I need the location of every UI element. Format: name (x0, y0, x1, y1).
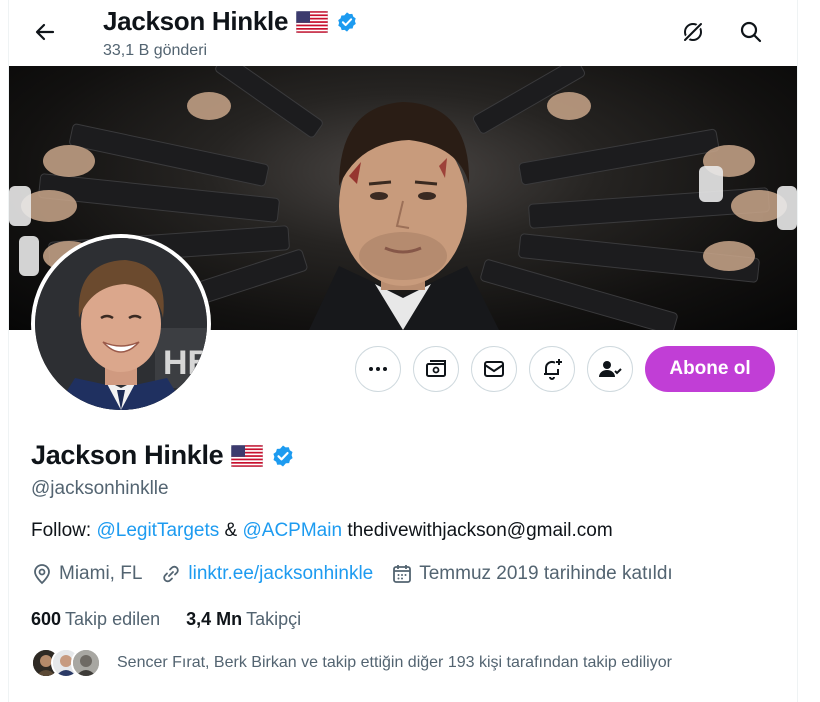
following-button[interactable] (587, 346, 633, 392)
profile-bio: Follow: @LegitTargets & @ACPMain thedive… (31, 520, 613, 542)
bio-mention-legittargets[interactable]: @LegitTargets (96, 520, 219, 541)
tip-button[interactable] (413, 346, 459, 392)
more-options-button[interactable] (355, 346, 401, 392)
followers-link[interactable]: 3,4 Mn Takipçi (186, 609, 301, 630)
bio-email: thedivewithjackson@gmail.com (342, 520, 613, 541)
header-title-row: Jackson Hinkle (103, 6, 358, 37)
following-label: Takip edilen (65, 609, 161, 629)
location-pin-icon (34, 564, 50, 585)
website-link[interactable]: linktr.ee/jacksonhinkle (188, 563, 373, 585)
verified-badge-icon[interactable] (271, 444, 295, 468)
following-link[interactable]: 600 Takip edilen (31, 609, 160, 630)
bio-mention-acpmain[interactable]: @ACPMain (243, 520, 343, 541)
arrow-left-icon (35, 23, 55, 41)
profile-avatar[interactable]: HB (31, 234, 211, 414)
followers-label: Takipçi (246, 609, 302, 629)
profile-name-row: Jackson Hinkle (31, 440, 295, 471)
following-count: 600 (31, 609, 62, 629)
link-icon (163, 565, 180, 583)
search-icon (740, 21, 762, 43)
calendar-icon (393, 565, 412, 583)
bio-prefix: Follow: (31, 520, 97, 541)
bio-ampersand: & (219, 520, 243, 541)
follow-counts: 600 Takip edilen 3,4 Mn Takipçi (31, 609, 301, 630)
location-text: Miami, FL (59, 563, 143, 584)
follower-avatar (71, 648, 101, 678)
follower-avatar-image (73, 650, 99, 676)
more-horizontal-icon (369, 367, 387, 371)
back-button[interactable] (31, 18, 59, 46)
top-bar: Jackson Hinkle 33,1 B gönderi (9, 0, 797, 66)
post-count: 33,1 B gönderi (103, 42, 208, 59)
location-item: Miami, FL (31, 563, 142, 585)
verified-badge-icon (338, 11, 356, 32)
us-flag-icon (231, 444, 264, 467)
envelope-icon (484, 361, 504, 377)
profile-handle: @jacksonhinklle (31, 478, 169, 499)
followed-by-text: Sencer Fırat, Berk Birkan ve takip ettiğ… (117, 654, 672, 671)
grok-button[interactable] (679, 18, 707, 46)
avatar-image: HB (35, 238, 207, 410)
search-button[interactable] (737, 18, 765, 46)
user-check-icon (599, 361, 622, 377)
website-item: linktr.ee/jacksonhinkle (160, 563, 373, 585)
bell-plus-icon (544, 359, 562, 380)
svg-text:HB: HB (163, 344, 207, 382)
us-flag-icon (296, 10, 329, 33)
followed-by-row[interactable]: Sencer Fırat, Berk Birkan ve takip ettiğ… (31, 648, 672, 678)
notifications-button[interactable] (529, 346, 575, 392)
header-title: Jackson Hinkle (103, 6, 289, 36)
profile-name: Jackson Hinkle (31, 440, 224, 470)
profile-meta: Miami, FL linktr.ee/jacksonhinkle Temmuz… (31, 563, 691, 585)
profile-page: Jackson Hinkle 33,1 B gönderi H Abone ol… (8, 0, 798, 702)
joined-text: Temmuz 2019 tarihinde katıldı (419, 563, 673, 584)
message-button[interactable] (471, 346, 517, 392)
grok-icon (682, 21, 704, 43)
followers-count: 3,4 Mn (186, 609, 243, 629)
money-icon (426, 360, 446, 377)
subscribe-button[interactable]: Abone ol (645, 346, 775, 392)
joined-item: Temmuz 2019 tarihinde katıldı (391, 563, 673, 585)
